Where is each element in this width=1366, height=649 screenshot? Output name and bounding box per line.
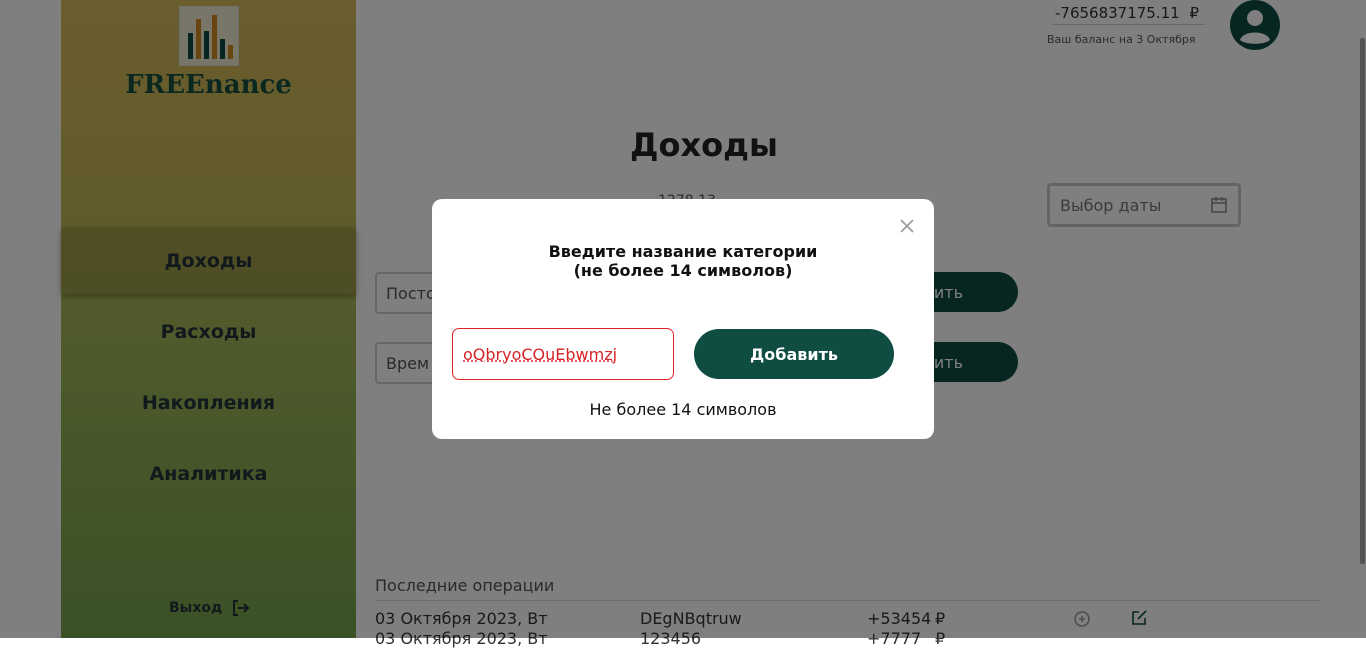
close-icon[interactable] (898, 217, 916, 235)
add-category-button[interactable]: Добавить (694, 329, 894, 379)
validation-hint: Не более 14 символов (589, 400, 777, 419)
modal-title-line2: (не более 14 символов) (573, 261, 793, 280)
category-name-input[interactable] (452, 328, 674, 380)
modal-title-line1: Введите название категории (548, 242, 818, 261)
modal-title: Введите название категории (не более 14 … (432, 242, 934, 280)
add-category-modal: Введите название категории (не более 14 … (432, 199, 934, 439)
